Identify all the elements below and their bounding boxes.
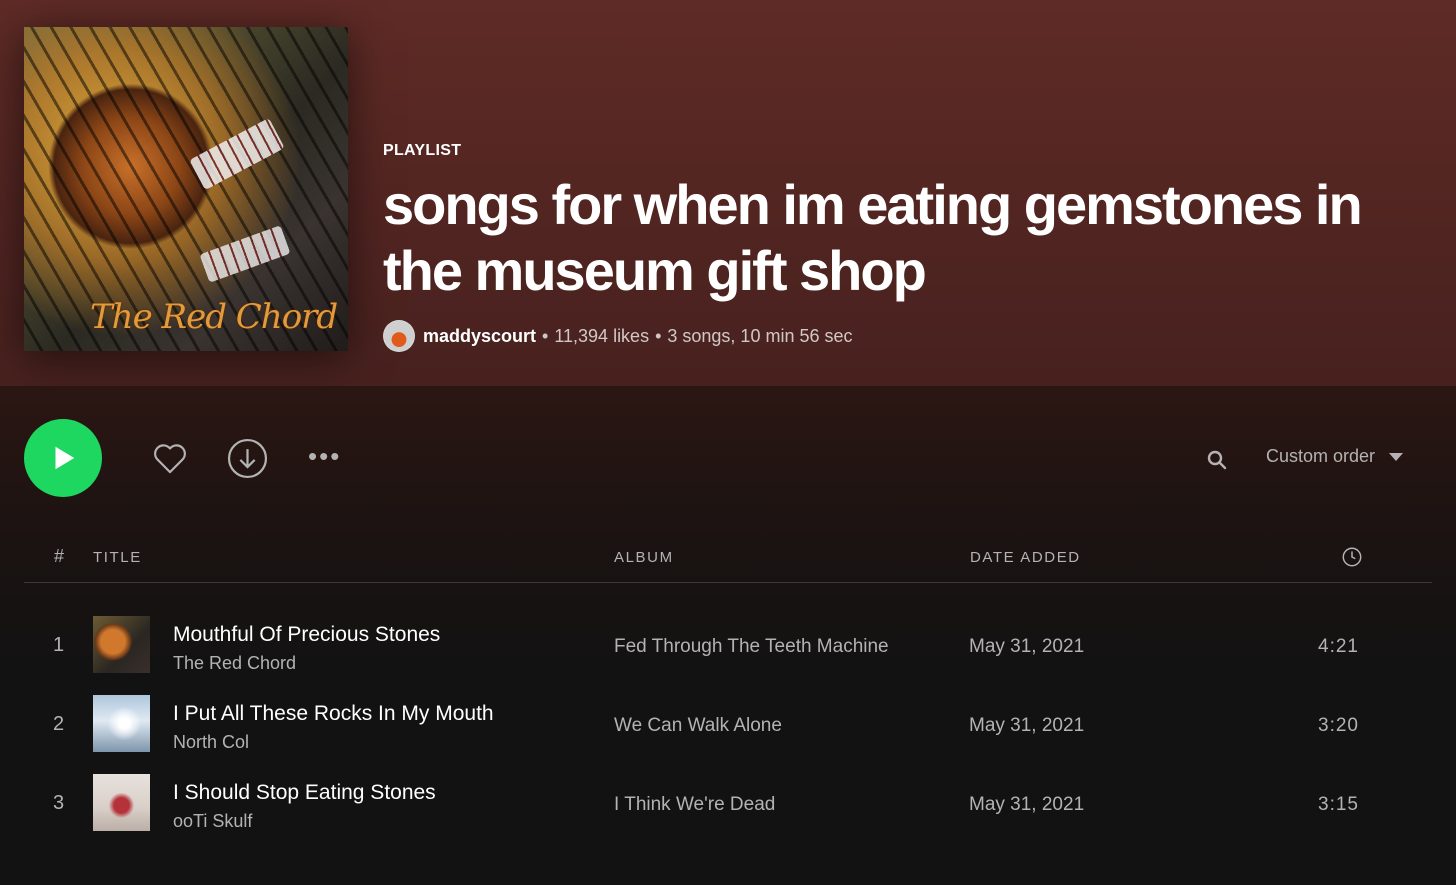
track-date-added: May 31, 2021 [969, 794, 1085, 815]
play-icon [55, 446, 75, 470]
track-title[interactable]: I Should Stop Eating Stones [173, 781, 436, 805]
chevron-down-icon [1389, 452, 1404, 461]
track-number: 2 [53, 713, 65, 735]
track-title[interactable]: I Put All These Rocks In My Mouth [173, 702, 494, 726]
playlist-title: songs for when im eating gemstones in th… [383, 173, 1363, 302]
search-icon[interactable] [1205, 448, 1229, 472]
play-button[interactable] [24, 419, 102, 497]
column-number: # [54, 546, 65, 566]
sort-label: Custom order [1266, 446, 1376, 466]
tracklist-header: # TITLE ALBUM DATE ADDED [24, 540, 1432, 583]
clock-icon[interactable] [1341, 546, 1363, 568]
track-album[interactable]: I Think We're Dead [614, 794, 775, 816]
cover-art-band-logo: The Red Chord [90, 297, 338, 337]
heart-icon[interactable] [149, 438, 191, 478]
track-artist[interactable]: The Red Chord [173, 653, 296, 674]
track-duration: 3:15 [1318, 794, 1359, 815]
column-album[interactable]: ALBUM [614, 549, 674, 566]
sort-dropdown[interactable]: Custom order [1266, 446, 1404, 467]
track-album[interactable]: We Can Walk Alone [614, 715, 782, 737]
download-icon[interactable] [227, 438, 268, 479]
track-row[interactable]: 3 I Should Stop Eating Stones ooTi Skulf… [24, 766, 1432, 844]
playlist-meta: maddyscourt • 11,394 likes • 3 songs, 10… [383, 319, 853, 353]
playlist-type-label: PLAYLIST [383, 142, 462, 159]
track-artist[interactable]: ooTi Skulf [173, 811, 252, 832]
track-number: 3 [53, 792, 65, 814]
track-duration: 4:21 [1318, 636, 1359, 657]
more-options-button[interactable]: ••• [308, 443, 348, 469]
track-album-art [93, 695, 150, 752]
playlist-summary: 3 songs, 10 min 56 sec [667, 325, 853, 346]
track-album-art [93, 774, 150, 831]
meta-separator: • [655, 325, 662, 346]
column-title[interactable]: TITLE [93, 549, 142, 566]
owner-name-link[interactable]: maddyscourt [423, 326, 536, 347]
track-duration: 3:20 [1318, 715, 1359, 736]
track-album-art [93, 616, 150, 673]
track-date-added: May 31, 2021 [969, 636, 1085, 657]
track-date-added: May 31, 2021 [969, 715, 1085, 736]
meta-separator: • [542, 325, 549, 346]
track-album[interactable]: Fed Through The Teeth Machine [614, 636, 889, 658]
track-row[interactable]: 2 I Put All These Rocks In My Mouth Nort… [24, 687, 1432, 765]
track-row[interactable]: 1 Mouthful Of Precious Stones The Red Ch… [24, 608, 1432, 686]
playlist-cover-art: The Red Chord [24, 27, 348, 351]
column-date-added[interactable]: DATE ADDED [970, 549, 1081, 566]
track-number: 1 [53, 634, 65, 656]
track-title[interactable]: Mouthful Of Precious Stones [173, 623, 440, 647]
owner-avatar[interactable] [383, 320, 415, 352]
track-artist[interactable]: North Col [173, 732, 249, 753]
playlist-header: The Red Chord PLAYLIST songs for when im… [0, 0, 1456, 386]
likes-count: 11,394 likes [554, 325, 650, 346]
